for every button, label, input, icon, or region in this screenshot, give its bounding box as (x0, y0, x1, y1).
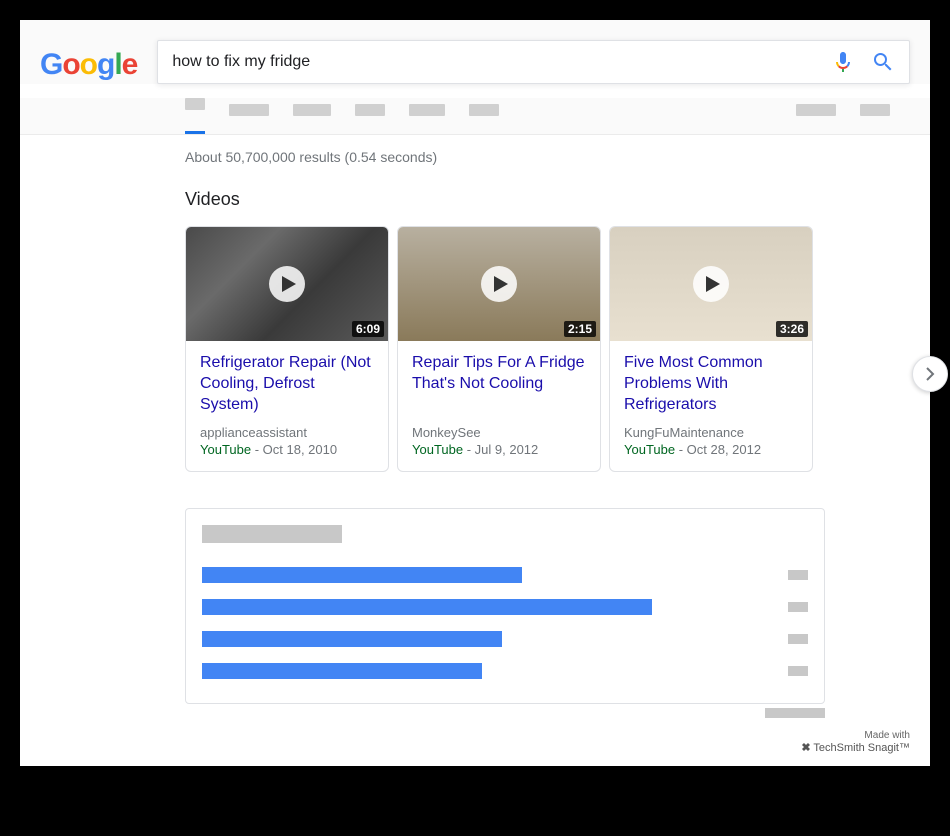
video-duration: 2:15 (564, 321, 596, 337)
video-channel: applianceassistant (200, 425, 374, 440)
settings-item[interactable] (796, 104, 836, 128)
search-box[interactable] (157, 40, 910, 84)
tab-item[interactable] (355, 104, 385, 128)
video-duration: 3:26 (776, 321, 808, 337)
result-heading-placeholder (202, 525, 342, 543)
video-card[interactable]: 3:26 Five Most Common Problems With Refr… (609, 226, 813, 472)
tab-item[interactable] (293, 104, 331, 128)
result-stats: About 50,700,000 results (0.54 seconds) (185, 149, 930, 165)
videos-heading: Videos (185, 189, 930, 210)
search-input[interactable] (172, 53, 831, 71)
result-row[interactable] (202, 623, 808, 655)
page-frame: Google About 50,700,000 results (0.54 se… (20, 20, 930, 766)
tab-item[interactable] (229, 104, 269, 128)
videos-next-button[interactable] (912, 356, 948, 392)
tab-item[interactable] (409, 104, 445, 128)
chevron-icon (788, 570, 808, 580)
chevron-icon (788, 602, 808, 612)
videos-row: 6:09 Refrigerator Repair (Not Cooling, D… (185, 226, 930, 472)
video-thumbnail[interactable]: 3:26 (610, 227, 812, 341)
result-row[interactable] (202, 655, 808, 687)
video-thumbnail[interactable]: 6:09 (186, 227, 388, 341)
result-row[interactable] (202, 559, 808, 591)
watermark: Made with ✖ TechSmith Snagit™ (20, 718, 930, 766)
video-title[interactable]: Five Most Common Problems With Refrigera… (624, 353, 798, 417)
feedback-placeholder (765, 708, 825, 718)
search-icon[interactable] (871, 50, 895, 74)
chevron-right-icon (925, 366, 935, 382)
video-card[interactable]: 6:09 Refrigerator Repair (Not Cooling, D… (185, 226, 389, 472)
tools-item[interactable] (860, 104, 890, 128)
video-title[interactable]: Repair Tips For A Fridge That's Not Cool… (412, 353, 586, 417)
video-thumbnail[interactable]: 2:15 (398, 227, 600, 341)
video-title[interactable]: Refrigerator Repair (Not Cooling, Defros… (200, 353, 374, 417)
play-icon (481, 266, 517, 302)
video-duration: 6:09 (352, 321, 384, 337)
header: Google (20, 20, 930, 84)
chevron-icon (788, 634, 808, 644)
video-source-line: YouTube - Jul 9, 2012 (412, 442, 586, 457)
mic-icon[interactable] (831, 50, 855, 74)
video-source-line: YouTube - Oct 18, 2010 (200, 442, 374, 457)
video-card[interactable]: 2:15 Repair Tips For A Fridge That's Not… (397, 226, 601, 472)
tab-item[interactable] (469, 104, 499, 128)
tabs-row (20, 98, 930, 135)
content: About 50,700,000 results (0.54 seconds) … (20, 135, 930, 718)
chevron-icon (788, 666, 808, 676)
tab-all[interactable] (185, 98, 205, 134)
result-placeholder-box (185, 508, 825, 704)
play-icon (269, 266, 305, 302)
play-icon (693, 266, 729, 302)
result-row[interactable] (202, 591, 808, 623)
google-logo[interactable]: Google (40, 40, 137, 82)
video-source-line: YouTube - Oct 28, 2012 (624, 442, 798, 457)
video-channel: KungFuMaintenance (624, 425, 798, 440)
video-channel: MonkeySee (412, 425, 586, 440)
